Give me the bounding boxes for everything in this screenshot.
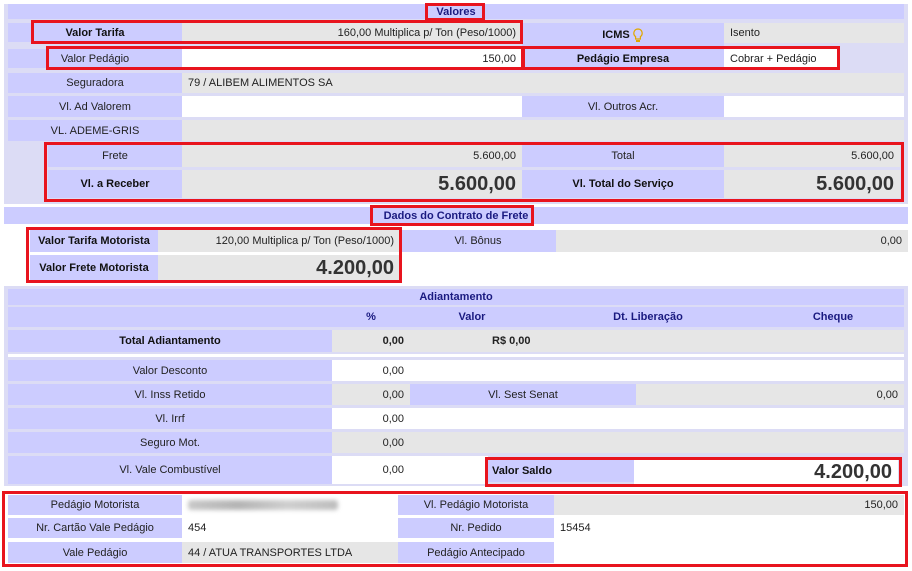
frete-motorista-label: Valor Frete Motorista (30, 255, 158, 281)
adiantamento-title: Adiantamento (8, 289, 904, 305)
adiant-col-blank (8, 307, 332, 327)
icms-value: Isento (724, 23, 904, 43)
valor-pedagio-label: Valor Pedágio (8, 49, 182, 68)
icms-label-text: ICMS (602, 29, 630, 41)
frete-motorista-value: 4.200,00 (158, 255, 400, 281)
frete-label: Frete (48, 145, 182, 167)
cartao-label: Nr. Cartão Vale Pedágio (8, 518, 182, 538)
seguro-label: Seguro Mot. (8, 432, 332, 453)
irrf-rest (410, 408, 904, 429)
outros-acr-label: Vl. Outros Acr. (522, 96, 724, 117)
total-adiantamento-label: Total Adiantamento (8, 330, 332, 352)
sest-label: Vl. Sest Senat (410, 384, 636, 405)
descontos-divider (8, 354, 904, 357)
total-adiantamento-pct: 0,00 (332, 330, 410, 352)
adiant-col-cheque: Cheque (762, 307, 904, 327)
seguradora-field[interactable]: 79 / ALIBEM ALIMENTOS SA (182, 73, 904, 93)
frete-field[interactable]: 5.600,00 (182, 145, 522, 167)
tarifa-motorista-label: Valor Tarifa Motorista (30, 230, 158, 252)
ademe-field[interactable] (182, 120, 904, 141)
valor-desconto-rest (410, 360, 904, 381)
inss-field[interactable]: 0,00 (332, 384, 410, 405)
total-field: 5.600,00 (724, 145, 900, 167)
total-adiantamento-valor: R$ 0,00 (410, 330, 904, 352)
vl-pedagio-motorista-field[interactable]: 150,00 (554, 495, 904, 515)
adiant-col-valor: Valor (410, 307, 534, 327)
pedagio-empresa-select[interactable]: Cobrar + Pedágio (724, 49, 838, 68)
outros-acr-field[interactable] (724, 96, 904, 117)
saldo-value: 4.200,00 (634, 460, 898, 484)
pedagio-empresa-label: Pedágio Empresa (522, 49, 724, 68)
sest-field[interactable]: 0,00 (636, 384, 904, 405)
receber-label: Vl. a Receber (48, 170, 182, 198)
total-label: Total (522, 145, 724, 167)
pedagio-motorista-label: Pedágio Motorista (8, 495, 182, 515)
valor-pedagio-field[interactable]: 150,00 (182, 49, 522, 68)
pedagio-antecipado-label: Pedágio Antecipado (398, 542, 554, 563)
vale-pedagio-label: Vale Pedágio (8, 542, 182, 563)
ad-valorem-field[interactable] (182, 96, 522, 117)
seguro-field[interactable]: 0,00 (332, 432, 410, 453)
vl-pedagio-motorista-label: Vl. Pedágio Motorista (398, 495, 554, 515)
receber-value: 5.600,00 (182, 170, 522, 198)
valor-tarifa-field[interactable]: 160,00 Multiplica p/ Ton (Peso/1000) (182, 23, 522, 42)
inss-label: Vl. Inss Retido (8, 384, 332, 405)
total-servico-value: 5.600,00 (724, 170, 900, 198)
total-servico-label: Vl. Total do Serviço (522, 170, 724, 198)
saldo-label: Valor Saldo (488, 460, 634, 482)
irrf-label: Vl. Irrf (8, 408, 332, 429)
valor-tarifa-label: Valor Tarifa (8, 23, 182, 42)
adiant-col-pct: % (332, 307, 410, 327)
icms-label[interactable]: ICMS (522, 23, 724, 47)
vale-pedagio-field[interactable]: 44 / ATUA TRANSPORTES LTDA (182, 542, 398, 563)
combustivel-gap (410, 456, 488, 484)
combustivel-field[interactable]: 0,00 (332, 456, 410, 484)
bonus-label: Vl. Bônus (400, 230, 556, 252)
irrf-field[interactable]: 0,00 (332, 408, 410, 429)
seguradora-label: Seguradora (8, 73, 182, 93)
valor-desconto-label: Valor Desconto (8, 360, 332, 381)
bonus-field[interactable]: 0,00 (556, 230, 908, 252)
ad-valorem-label: Vl. Ad Valorem (8, 96, 182, 117)
cartao-field[interactable]: 454 (182, 518, 398, 538)
contrato-title: Dados do Contrato de Frete (4, 207, 908, 224)
blurred-value (188, 500, 338, 510)
pedido-label: Nr. Pedido (398, 518, 554, 538)
adiant-col-dt: Dt. Liberação (534, 307, 762, 327)
pedido-field[interactable]: 15454 (554, 518, 904, 538)
lightbulb-icon[interactable] (632, 27, 644, 43)
valores-title: Valores (8, 4, 904, 19)
tarifa-motorista-field[interactable]: 120,00 Multiplica p/ Ton (Peso/1000) (158, 230, 400, 252)
combustivel-label: Vl. Vale Combustível (8, 456, 332, 484)
valor-desconto-field[interactable]: 0,00 (332, 360, 410, 381)
ademe-label: VL. ADEME-GRIS (8, 120, 182, 141)
seguro-rest (410, 432, 904, 453)
pedagio-motorista-field[interactable] (182, 495, 398, 515)
pedagio-antecipado-field[interactable] (554, 542, 904, 563)
